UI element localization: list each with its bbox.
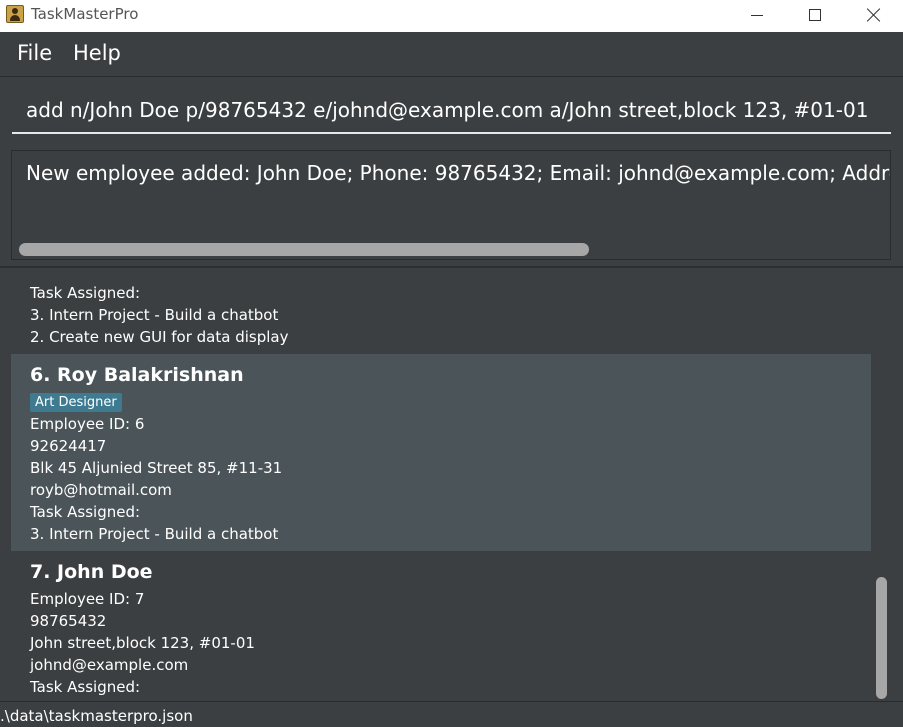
vertical-scrollbar[interactable]	[876, 577, 887, 699]
employee-email: royb@hotmail.com	[30, 481, 172, 499]
employee-list-panel: Task Assigned: 3. Intern Project - Build…	[0, 270, 903, 701]
status-bar: .\data\taskmasterpro.json	[0, 701, 903, 727]
maximize-icon	[809, 9, 821, 21]
close-icon	[867, 8, 881, 22]
employee-address: John street,block 123, #01-01	[30, 634, 255, 652]
minimize-button[interactable]	[728, 0, 786, 30]
role-tag: Art Designer	[30, 393, 122, 412]
task-label: Task Assigned:	[30, 678, 141, 696]
address-book-icon	[6, 5, 24, 23]
employee-address: Blk 45 Aljunied Street 85, #11-31	[30, 459, 283, 477]
menu-bar: File Help	[0, 32, 903, 77]
task-label: Task Assigned:	[30, 503, 141, 521]
employee-id: Employee ID: 6	[30, 415, 145, 433]
maximize-button[interactable]	[786, 0, 844, 30]
employee-email: johnd@example.com	[30, 656, 189, 674]
employee-list[interactable]: Task Assigned: 3. Intern Project - Build…	[11, 280, 871, 701]
employee-name: 7. John Doe	[30, 561, 153, 583]
employee-card-selected[interactable]: 6. Roy Balakrishnan Art Designer Employe…	[11, 354, 871, 551]
title-bar: TaskMasterPro	[0, 0, 903, 32]
result-display[interactable]: New employee added: John Doe; Phone: 987…	[11, 150, 891, 260]
task-item: 3. Intern Project - Build a chatbot	[30, 306, 279, 324]
result-display-panel: New employee added: John Doe; Phone: 987…	[0, 144, 903, 268]
employee-id: Employee ID: 7	[30, 590, 145, 608]
employee-phone: 92624417	[30, 437, 107, 455]
minimize-icon	[751, 14, 763, 16]
employee-card[interactable]: 7. John Doe Employee ID: 7 98765432 John…	[11, 551, 871, 701]
task-item: 2. Create new GUI for data display	[30, 328, 289, 346]
menu-file[interactable]: File	[13, 41, 56, 65]
menu-help[interactable]: Help	[69, 41, 125, 65]
employee-name: 6. Roy Balakrishnan	[30, 364, 244, 386]
save-location: .\data\taskmasterpro.json	[0, 707, 193, 725]
task-label: Task Assigned:	[30, 284, 141, 302]
window-title: TaskMasterPro	[31, 5, 139, 23]
command-input[interactable]	[12, 87, 891, 134]
result-text: New employee added: John Doe; Phone: 987…	[26, 161, 890, 185]
employee-card[interactable]: Task Assigned: 3. Intern Project - Build…	[11, 280, 871, 353]
employee-phone: 98765432	[30, 612, 107, 630]
horizontal-scrollbar[interactable]	[19, 243, 589, 256]
task-item: 3. Intern Project - Build a chatbot	[30, 525, 279, 543]
command-box	[0, 78, 903, 144]
close-button[interactable]	[845, 0, 903, 30]
